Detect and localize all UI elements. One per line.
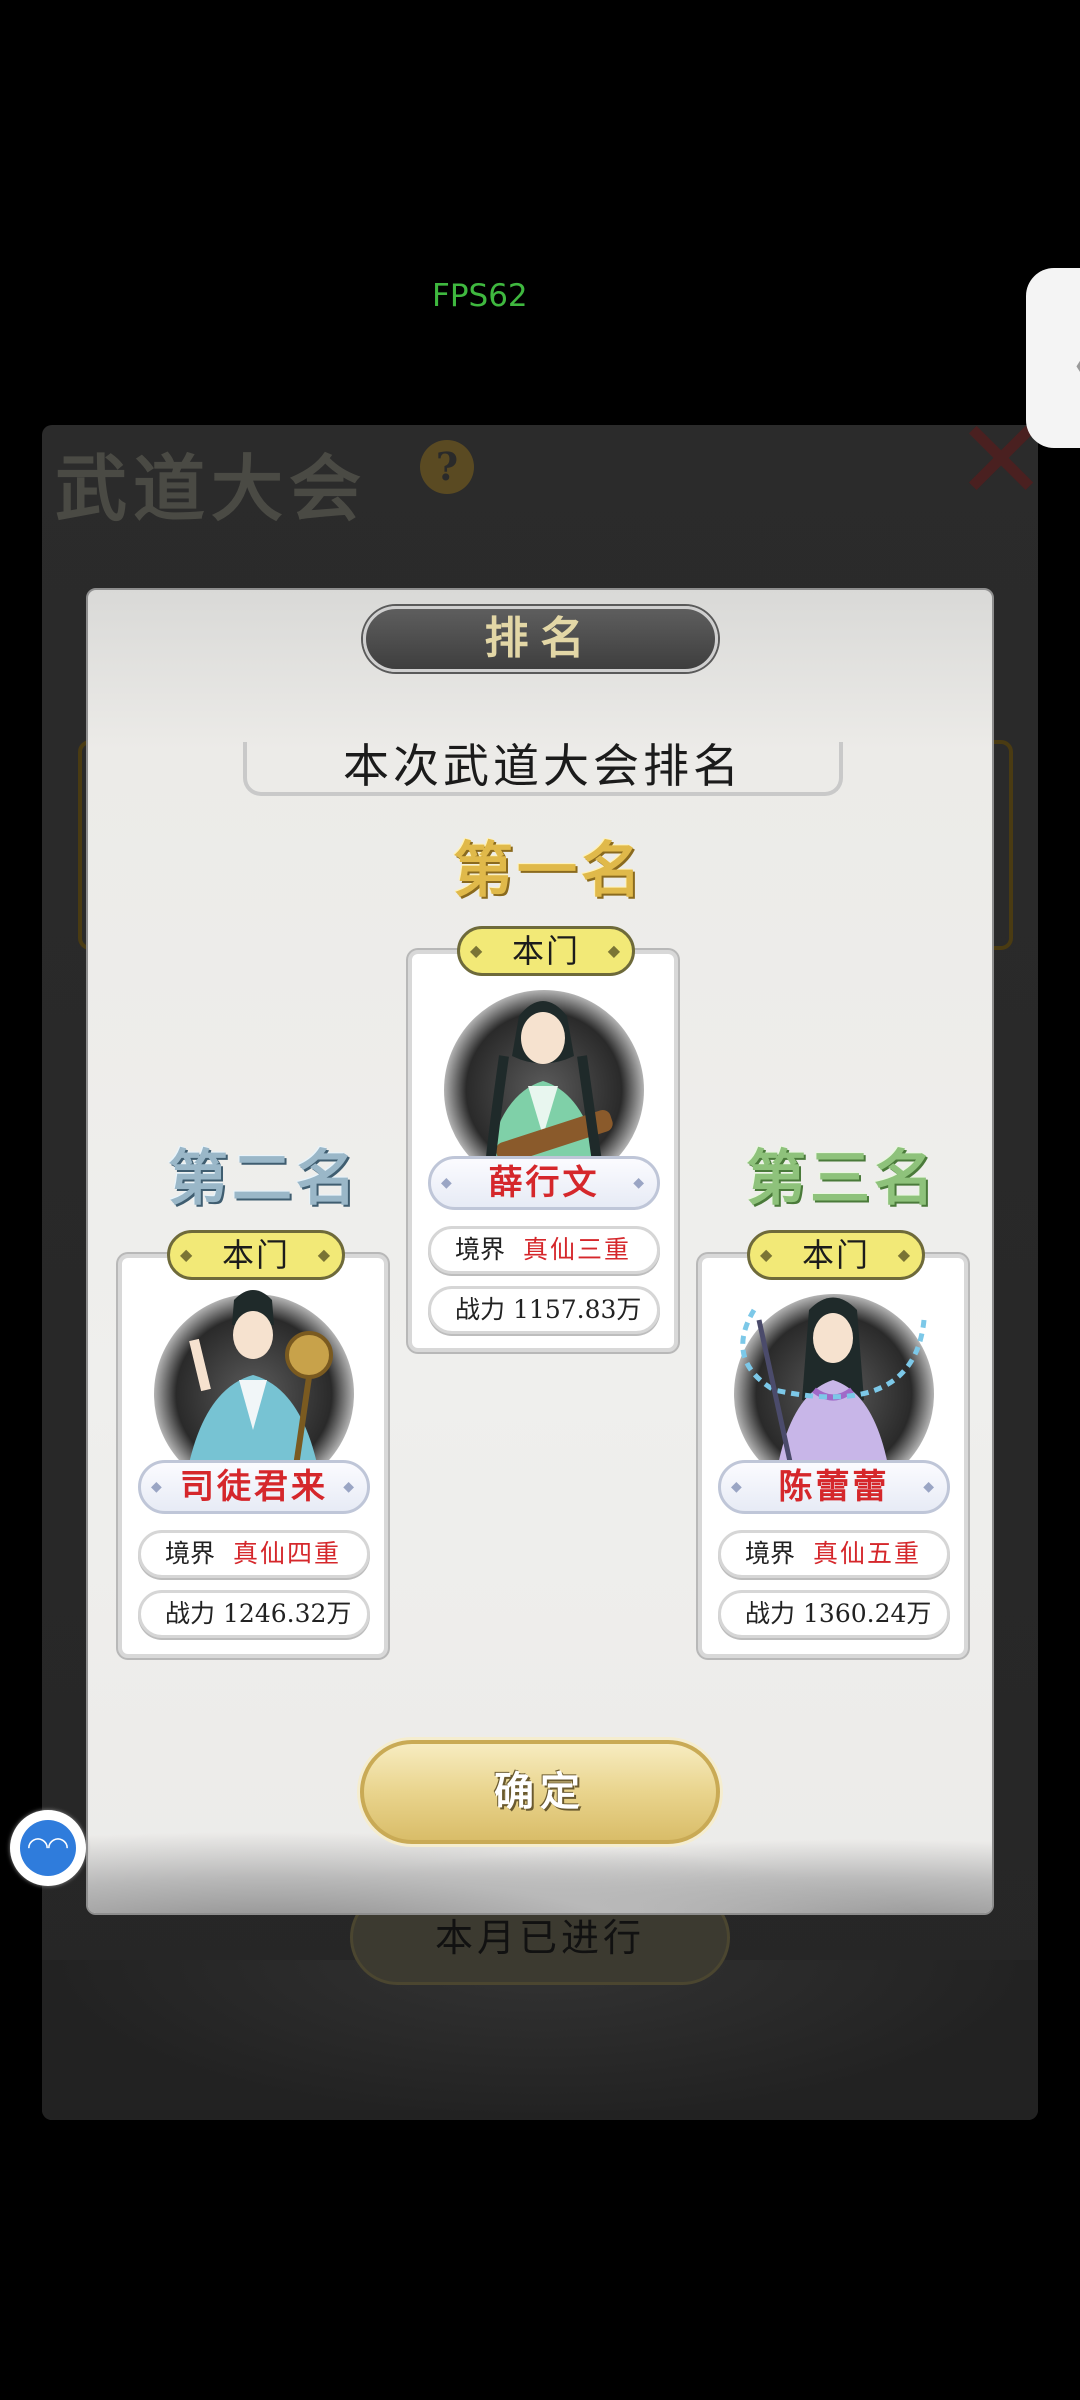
realm-value: 真仙三重: [523, 1235, 632, 1264]
realm-value: 真仙四重: [233, 1539, 342, 1568]
rank-card-first[interactable]: 本门 薛行文 境界真仙三重 战力1157.83万: [408, 926, 678, 1352]
power-value: 1360.24万: [803, 1599, 932, 1628]
power-label: 战力: [455, 1295, 506, 1324]
power-stat: 战力 1360.24万: [718, 1590, 950, 1638]
character-figure-icon: [184, 1290, 333, 1490]
power-label: 战力: [165, 1599, 216, 1628]
character-name: 薛行文: [428, 1156, 660, 1210]
power-value: 1246.32万: [223, 1599, 352, 1628]
realm-label: 境界: [165, 1539, 216, 1568]
character-portrait: [134, 1280, 372, 1490]
rank-first-label: 第一名: [453, 836, 645, 906]
character-name: 陈蕾蕾: [718, 1460, 950, 1514]
floating-assistant-button[interactable]: ◠◠: [10, 1810, 86, 1886]
dialog-title: 排名: [363, 606, 718, 672]
help-icon[interactable]: ?: [420, 440, 474, 494]
realm-label: 境界: [745, 1539, 796, 1568]
banner: 本次武道大会排名: [243, 730, 843, 798]
realm-stat: 境界 真仙四重: [138, 1530, 370, 1578]
power-stat: 战力 1246.32万: [138, 1590, 370, 1638]
power-stat: 战力 1157.83万: [428, 1286, 660, 1334]
character-name: 司徒君来: [138, 1460, 370, 1514]
power-value: 1157.83万: [513, 1295, 642, 1324]
realm-stat: 境界 真仙五重: [718, 1530, 950, 1578]
banner-text: 本次武道大会排名: [343, 739, 743, 793]
realm-label: 境界: [455, 1235, 506, 1264]
chevron-left-icon: 〈: [1040, 318, 1080, 408]
rank-card-second[interactable]: 本门 司徒君来 境界真仙四重 战力1246.32万: [118, 1230, 388, 1658]
character-portrait: [424, 976, 662, 1186]
fps-counter: FPS62: [432, 278, 528, 314]
sect-badge: 本门: [457, 926, 635, 976]
side-drawer-handle[interactable]: 〈: [1026, 268, 1080, 448]
confirm-button[interactable]: 确定: [360, 1740, 720, 1844]
character-portrait: [714, 1280, 952, 1490]
assistant-face-icon: ◠◠: [20, 1820, 76, 1876]
power-label: 战力: [745, 1599, 796, 1628]
character-figure-icon: [740, 1297, 927, 1490]
character-figure-icon: [484, 1001, 613, 1186]
sect-badge: 本门: [747, 1230, 925, 1280]
ranking-dialog: 排名 本次武道大会排名 第一名 第二名 第三名 本门 薛行文 境界真仙三重 战力…: [86, 588, 994, 1915]
realm-stat: 境界 真仙三重: [428, 1226, 660, 1274]
rank-second-label: 第二名: [168, 1144, 360, 1214]
realm-value: 真仙五重: [813, 1539, 922, 1568]
sect-badge: 本门: [167, 1230, 345, 1280]
background-title: 武道大会: [55, 446, 368, 531]
rank-card-third[interactable]: 本门 陈蕾蕾 境界真仙五重 战力1360.24万: [698, 1230, 968, 1658]
rank-third-label: 第三名: [746, 1144, 938, 1214]
